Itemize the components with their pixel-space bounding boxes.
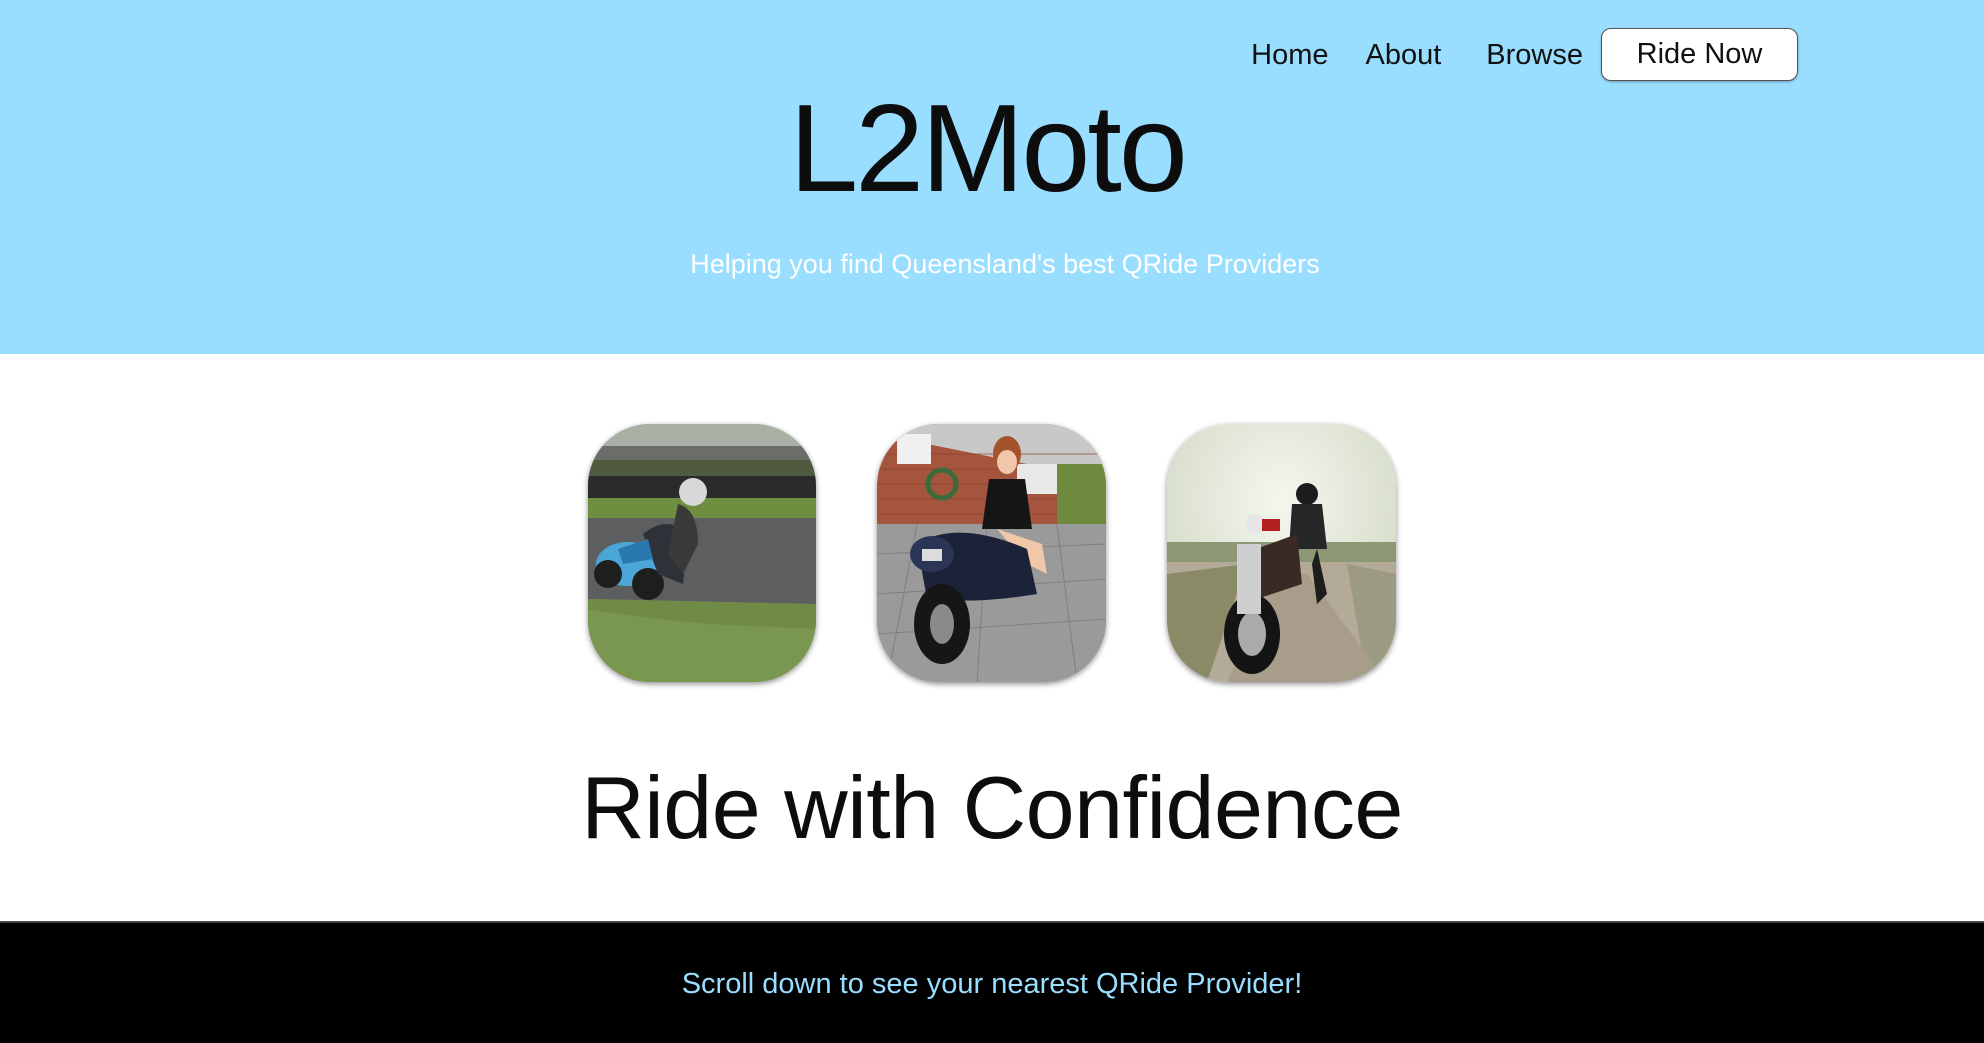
nav-link-browse[interactable]: Browse	[1486, 29, 1583, 81]
photo-gallery	[588, 424, 1396, 682]
ride-now-button[interactable]: Ride Now	[1601, 28, 1798, 81]
site-tagline: Helping you find Queensland's best QRide…	[690, 249, 1320, 279]
nav-link-about[interactable]: About	[1366, 29, 1442, 81]
woman-on-motorcycle-photo	[877, 424, 1106, 682]
site-title: L2Moto	[0, 78, 1984, 220]
site-title-text: L2Moto	[789, 80, 1188, 218]
nav-link-home[interactable]: Home	[1251, 29, 1328, 81]
footer-bar: Scroll down to see your nearest QRide Pr…	[0, 921, 1984, 1043]
cruiser-rider-photo	[1167, 424, 1396, 682]
hero-banner: Home About Browse Ride Now L2Moto Helpin…	[0, 0, 1984, 354]
ride-with-confidence-heading: Ride with Confidence	[581, 758, 1403, 857]
top-navigation: Home About Browse Ride Now	[1251, 28, 1798, 81]
motorcycle-racer-photo	[588, 424, 816, 682]
footer-scroll-hint: Scroll down to see your nearest QRide Pr…	[681, 968, 1303, 1000]
